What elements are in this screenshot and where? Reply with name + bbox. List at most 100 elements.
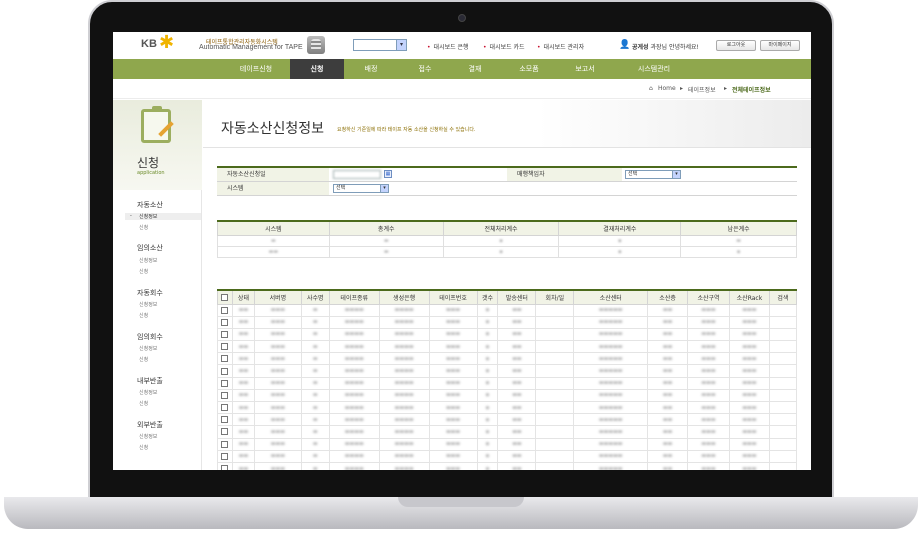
row-checkbox[interactable]	[217, 425, 233, 439]
table-cell: ▬▬▬	[728, 425, 770, 439]
col-operator: 사수명	[300, 289, 330, 305]
table-cell: ▬	[300, 352, 330, 366]
sidebar-group-auto-recall[interactable]: 자동회수	[137, 288, 163, 298]
table-cell: ▬▬▬▬	[378, 400, 430, 415]
sidebar-group-manual-recall[interactable]: 임의회수	[137, 332, 163, 342]
menu-request[interactable]: 신청	[290, 59, 344, 79]
dashboard-admin-link[interactable]: 대시보드 관리자	[537, 42, 585, 51]
row-checkbox[interactable]	[217, 449, 233, 463]
row-checkbox[interactable]	[217, 327, 233, 342]
table-cell: ▬	[300, 303, 330, 317]
table-cell: ▬▬▬	[428, 425, 478, 439]
table-cell: ▬▬▬	[253, 388, 302, 403]
table-cell: ▬▬▬	[687, 352, 730, 366]
sidebar-item-external-export-info[interactable]: 신청정보	[139, 433, 157, 440]
sidebar-item-manual-dispersal-info[interactable]: 신청정보	[139, 257, 157, 264]
col-search: 검색	[768, 289, 798, 305]
row-checkbox[interactable]	[217, 400, 233, 415]
sidebar-item-manual-recall-request[interactable]: 신청	[139, 356, 148, 363]
table-row: ▬▬ ▬ ▪ ▪ ▪	[217, 245, 797, 258]
vendor-select[interactable]: 선택 ▾	[625, 170, 681, 179]
menu-report[interactable]: 보고서	[558, 59, 612, 79]
sidebar-item-auto-recall-info[interactable]: 신청정보	[139, 301, 157, 308]
menu-approval[interactable]: 결재	[448, 59, 502, 79]
breadcrumb-separator-icon: ▸	[680, 85, 684, 92]
select-all-checkbox[interactable]	[217, 289, 233, 305]
page-title: 자동소산신청정보	[221, 121, 325, 137]
table-cell: ▬▬	[497, 413, 537, 427]
menu-supplies[interactable]: 소모품	[502, 59, 556, 79]
screen: KB ✱ 테이프통합관리자동화시스템 Automatic Management …	[113, 32, 811, 470]
table-cell: ▬▬▬	[687, 449, 730, 463]
row-checkbox[interactable]	[217, 303, 233, 317]
sidebar-item-auto-dispersal-info[interactable]: 신청정보	[125, 213, 201, 220]
sidebar-title: 신청	[137, 156, 160, 170]
sidebar-group-external-export[interactable]: 외부반출	[137, 420, 163, 430]
breadcrumb-home[interactable]: Home	[658, 85, 676, 92]
table-cell: ▬▬	[231, 425, 255, 439]
table-cell: ▬▬▬	[728, 327, 770, 342]
table-cell: ▬▬▬	[428, 340, 478, 354]
table-cell	[768, 437, 798, 451]
table-cell: ▬	[300, 388, 330, 403]
row-checkbox[interactable]	[217, 437, 233, 451]
mypage-button[interactable]: 마이페이지	[760, 40, 800, 51]
table-cell	[535, 376, 575, 390]
table-cell: ▬▬	[231, 449, 255, 463]
row-checkbox[interactable]	[217, 376, 233, 390]
vendor-label: 매행책임자	[507, 168, 622, 181]
sidebar: 신청 application 자동소산 신청정보 신청 임의소산 신청정보 신청…	[113, 100, 202, 470]
table-row: ▬▬ ▬▬▬ ▬ ▬▬▬▬ ▬▬▬▬ ▬▬▬ ▪ ▬▬ ▬▬▬▬▬ ▬▬ ▬▬▬ ▬▬▬	[217, 352, 798, 366]
sidebar-item-internal-export-request[interactable]: 신청	[139, 400, 148, 407]
table-cell: ▬▬▬	[428, 400, 478, 415]
table-cell: ▬▬	[497, 340, 537, 354]
row-checkbox[interactable]	[217, 413, 233, 427]
table-cell: ▬▬▬▬▬	[573, 340, 649, 354]
sidebar-group-auto-dispersal[interactable]: 자동소산	[137, 200, 163, 210]
table-cell: ▬▬▬	[687, 376, 730, 390]
sidebar-group-internal-export[interactable]: 내부반출	[137, 376, 163, 386]
row-checkbox[interactable]	[217, 388, 233, 403]
calendar-icon[interactable]: ▦	[384, 170, 392, 178]
logout-button[interactable]: 로그아웃	[716, 40, 756, 51]
summary-col-approved: 결재처리계수	[558, 220, 682, 236]
dashboard-card-link[interactable]: 대시보드 카드	[483, 42, 525, 51]
row-checkbox[interactable]	[217, 461, 233, 470]
table-cell: ▬▬▬▬	[378, 315, 430, 329]
table-cell	[768, 400, 798, 415]
dashboard-bank-link[interactable]: 대시보드 은행	[427, 42, 469, 51]
table-cell: ▬▬▬▬	[378, 327, 430, 342]
table-row: ▬▬ ▬▬▬ ▬ ▬▬▬▬ ▬▬▬▬ ▬▬▬ ▪ ▬▬ ▬▬▬▬▬ ▬▬ ▬▬▬ ▬▬▬	[217, 425, 798, 439]
sidebar-item-manual-dispersal-request[interactable]: 신청	[139, 268, 148, 275]
top-select[interactable]: ▾	[353, 39, 407, 51]
sidebar-item-auto-dispersal-request[interactable]: 신청	[139, 224, 148, 231]
row-checkbox[interactable]	[217, 352, 233, 366]
menu-assign[interactable]: 배정	[344, 59, 398, 79]
table-cell	[535, 327, 575, 342]
sidebar-item-internal-export-info[interactable]: 신청정보	[139, 389, 157, 396]
sidebar-item-external-export-request[interactable]: 신청	[139, 444, 148, 451]
sidebar-item-manual-recall-info[interactable]: 신청정보	[139, 345, 157, 352]
date-input[interactable]	[333, 170, 381, 179]
table-cell: ▬▬	[647, 449, 689, 463]
table-cell: ▬▬	[647, 352, 689, 366]
table-cell: ▬	[300, 425, 330, 439]
row-checkbox[interactable]	[217, 364, 233, 378]
sidebar-group-manual-dispersal[interactable]: 임의소산	[137, 243, 163, 253]
table-cell: ▪	[476, 425, 499, 439]
sidebar-item-auto-recall-request[interactable]: 신청	[139, 312, 148, 319]
row-checkbox[interactable]	[217, 315, 233, 329]
table-cell: ▪	[476, 376, 499, 390]
menu-tape-request[interactable]: 테이프신청	[223, 59, 289, 79]
table-cell: ▪	[476, 352, 499, 366]
menu-receive[interactable]: 접수	[398, 59, 452, 79]
breadcrumb-level1[interactable]: 테이프정보	[688, 85, 716, 94]
table-cell: ▬▬▬▬▬	[573, 437, 649, 451]
table-cell: ▬▬▬▬	[328, 413, 380, 427]
table-cell: ▬▬▬	[687, 437, 730, 451]
table-cell: ▬▬▬▬▬	[573, 461, 649, 470]
system-select[interactable]: 선택 ▾	[333, 184, 389, 193]
table-cell: ▬▬▬▬	[328, 425, 380, 439]
row-checkbox[interactable]	[217, 340, 233, 354]
menu-system-admin[interactable]: 시스템관리	[621, 59, 687, 79]
